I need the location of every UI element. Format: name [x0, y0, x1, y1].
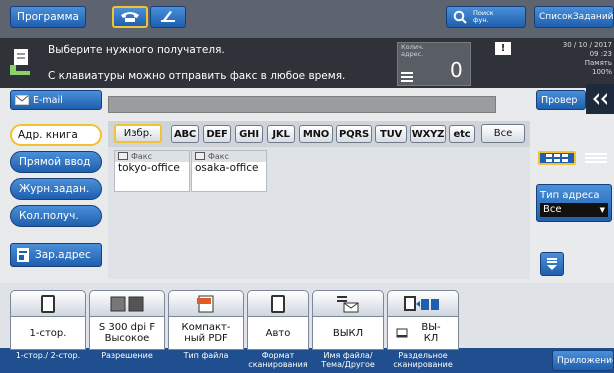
email-button[interactable]: E-mail [10, 90, 102, 110]
phone-icon [121, 12, 139, 22]
nav-direct-input[interactable]: Прямой ввод [10, 151, 102, 173]
resolution-icon [110, 296, 144, 311]
scan-size-icon [271, 294, 285, 313]
tab-favorites[interactable]: Избр. [114, 124, 162, 143]
pdf-file-icon [197, 295, 214, 312]
nav-address-book[interactable]: Адр. книга [10, 124, 102, 146]
scroll-down-button[interactable] [540, 252, 564, 276]
address-card-osaka[interactable]: Факс osaka-office [191, 150, 267, 192]
tab-etc[interactable]: etc [449, 125, 475, 143]
tab-mno[interactable]: MNO [299, 125, 333, 143]
email-label: E-mail [33, 94, 63, 106]
scanner-lid-icon [161, 11, 175, 22]
separate-scan-icon [404, 295, 439, 311]
job-list-button[interactable]: СписокЗаданий [534, 6, 614, 28]
recipient-input-field[interactable] [108, 96, 496, 113]
file-type-value: Компакт-ный PDF [168, 316, 244, 350]
duplex-label: 1-стор./ 2-стор. [15, 351, 81, 360]
list-view-icon [585, 153, 607, 163]
instruction-line2: С клавиатуры можно отправить факс в любо… [48, 70, 346, 82]
file-type-setting-tile[interactable]: Компакт-ный PDF [168, 290, 244, 350]
file-type-label: Тип файла [183, 351, 229, 360]
memory-label: Память [584, 59, 612, 67]
tab-wxyz[interactable]: WXYZ [410, 125, 446, 143]
scan-size-label: Формат сканирования [248, 351, 308, 369]
register-address-label: Зар.адрес [35, 249, 91, 261]
card-type-label: Факс [208, 152, 230, 161]
file-name-value: ВЫКЛ [312, 316, 384, 350]
duplex-value: 1-стор. [10, 316, 86, 350]
tab-all[interactable]: Все [481, 124, 525, 143]
fax-status-icon [6, 47, 34, 77]
recipient-count-value: 0 [450, 58, 463, 82]
address-type-label: Тип адреса [540, 189, 600, 201]
resolution-label: Разрешение [101, 351, 153, 360]
card-type-label: Факс [131, 152, 153, 161]
counter-label-line2: адрес. [401, 50, 424, 58]
status-panel: 30 / 10 / 2017 09 :23 Память 100% [534, 41, 612, 77]
search-function-button[interactable]: Поиск фун. [446, 6, 526, 28]
date-text: 30 / 10 / 2017 [562, 41, 612, 49]
one-sided-icon [41, 294, 55, 313]
tab-ghi[interactable]: GHI [235, 125, 263, 143]
address-type-value: Все [543, 204, 562, 215]
file-name-icon [337, 295, 359, 312]
chevron-down-icon: ▼ [599, 205, 605, 214]
fax-mode-button[interactable] [112, 6, 148, 28]
scan-size-value: Авто [247, 316, 309, 350]
fax-icon [118, 152, 128, 160]
tab-pqrs[interactable]: PQRS [336, 125, 372, 143]
resolution-setting-tile[interactable]: S 300 dpi F Высокое [89, 290, 165, 350]
separate-scan-value: ВЫ-КЛ [421, 322, 441, 344]
nav-recipient-count[interactable]: Кол.получ. [10, 205, 102, 227]
file-name-label: Имя файла/ Тема/Другое [321, 351, 375, 369]
memory-value: 100% [591, 68, 612, 76]
address-card-tokyo[interactable]: Факс tokyo-office [114, 150, 190, 192]
envelope-icon [15, 95, 29, 105]
tab-def[interactable]: DEF [203, 125, 231, 143]
duplex-setting-tile[interactable]: 1-стор. [10, 290, 86, 350]
fax-icon [195, 152, 205, 160]
tray-icon [396, 328, 408, 338]
grid-view-icon [546, 154, 568, 162]
register-address-button[interactable]: Зар.адрес [10, 243, 102, 267]
instruction-line1: Выберите нужного получателя. [48, 44, 225, 56]
tab-abc[interactable]: ABC [171, 125, 199, 143]
scan-size-setting-tile[interactable]: Авто [247, 290, 309, 350]
card-name: tokyo-office [118, 162, 180, 174]
address-book-icon [17, 248, 29, 262]
warning-icon[interactable]: ! [495, 42, 511, 55]
scroll-down-icon [547, 258, 557, 270]
program-button[interactable]: Программа [10, 6, 86, 28]
tab-jkl[interactable]: JKL [267, 125, 295, 143]
search-icon [453, 10, 467, 24]
time-text: 09 :23 [589, 50, 612, 58]
scan-mode-button[interactable] [150, 6, 186, 28]
address-type-dropdown[interactable]: Тип адреса Все ▼ [536, 184, 612, 222]
search-label-line2: фун. [473, 16, 489, 24]
tab-tuv[interactable]: TUV [375, 125, 407, 143]
tile-view-button[interactable] [538, 151, 576, 165]
resolution-value: S 300 dpi F Высокое [89, 316, 165, 350]
file-name-setting-tile[interactable]: ВЫКЛ [312, 290, 384, 350]
separate-scan-label: Раздельное сканирование [393, 351, 453, 369]
list-view-button[interactable] [580, 151, 612, 165]
check-button[interactable]: Провер [536, 90, 586, 110]
list-icon [401, 72, 413, 82]
separate-scan-setting-tile[interactable]: ВЫ-КЛ [387, 290, 459, 350]
double-chevron-left-icon [593, 93, 607, 105]
nav-job-log[interactable]: Журн.задан. [10, 178, 102, 200]
application-button[interactable]: Приложение [552, 350, 614, 371]
collapse-panel-button[interactable] [586, 84, 614, 114]
card-name: osaka-office [195, 162, 259, 174]
